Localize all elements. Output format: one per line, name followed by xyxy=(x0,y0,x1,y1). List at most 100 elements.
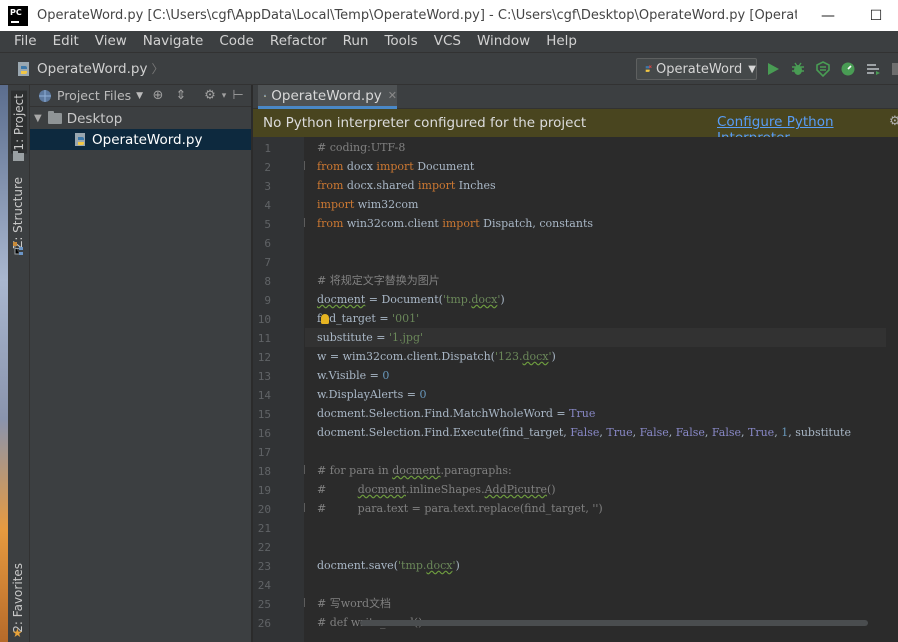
line-number: 17 xyxy=(257,446,271,459)
menu-navigate[interactable]: Navigate xyxy=(135,31,212,52)
code-line: docment.save('tmp.docx') xyxy=(317,556,460,575)
code-line: docment.Selection.Find.MatchWholeWord = … xyxy=(317,404,595,423)
code-string: '1.jpg' xyxy=(389,331,424,344)
code-line: import wim32com xyxy=(317,195,418,214)
stop-icon[interactable] xyxy=(890,61,898,77)
tool-window-favorites[interactable]: 2: Favorites xyxy=(11,563,25,633)
run-with-coverage-icon[interactable] xyxy=(815,61,831,77)
code-text: d_target = xyxy=(329,312,393,325)
project-tool-icon xyxy=(13,151,24,161)
menu-file[interactable]: File xyxy=(6,31,45,52)
line-number: 23 xyxy=(257,560,271,573)
profile-icon[interactable] xyxy=(840,61,856,77)
menu-code[interactable]: Code xyxy=(211,31,262,52)
code-keyword: from xyxy=(317,179,344,192)
code-line: # para.text = para.text.replace(find_tar… xyxy=(317,499,603,518)
code-text: docx xyxy=(343,160,377,173)
concurrency-diagram-icon[interactable] xyxy=(865,61,881,77)
code-keyword: import xyxy=(418,179,456,192)
code-keyword: import xyxy=(317,198,355,211)
menu-edit[interactable]: Edit xyxy=(45,31,87,52)
navigation-bar: OperateWord.py 〉 OperateWord ▼ xyxy=(0,52,898,85)
expand-arrow-icon[interactable]: ▼ xyxy=(34,113,42,124)
settings-gear-icon[interactable]: ⚙ xyxy=(889,114,898,129)
tree-item-operateword-py[interactable]: OperateWord.py xyxy=(30,129,251,150)
code-keyword: import xyxy=(376,160,414,173)
line-number: 4 xyxy=(264,199,271,212)
line-number: 11 xyxy=(257,332,271,345)
menu-refactor[interactable]: Refactor xyxy=(262,31,335,52)
code-builtin: True xyxy=(569,407,596,420)
warning-message: No Python interpreter configured for the… xyxy=(263,115,587,131)
editor-tab-operateword[interactable]: OperateWord.py ✕ xyxy=(258,85,397,109)
tool-window-favorites-label: 2: Favorites xyxy=(11,563,25,633)
code-line: # 将规定文字替换为图片 xyxy=(317,271,440,290)
code-text: ) xyxy=(551,350,556,363)
structure-tool-icon xyxy=(13,242,23,255)
line-number: 22 xyxy=(257,541,271,554)
code-line: from docx.shared import Inches xyxy=(317,176,496,195)
code-keyword: import xyxy=(442,217,480,230)
tool-window-structure[interactable]: Z: Structure xyxy=(11,177,25,249)
code-line: from win32com.client import Dispatch, co… xyxy=(317,214,593,233)
window-title: OperateWord.py [C:\Users\cgf\AppData\Loc… xyxy=(37,8,797,23)
code-text: = Document( xyxy=(365,293,443,306)
code-text: , xyxy=(668,426,676,439)
line-number: 9 xyxy=(264,294,271,307)
code-number: 0 xyxy=(382,369,390,382)
breadcrumb-file[interactable]: OperateWord.py xyxy=(37,61,147,77)
collapse-all-icon[interactable]: ⇕ xyxy=(173,88,189,104)
code-text: Document xyxy=(413,160,475,173)
tree-item-label: Desktop xyxy=(66,110,123,127)
menu-vcs[interactable]: VCS xyxy=(426,31,469,52)
code-text: w = wim32com.client.Dispatch( xyxy=(317,350,495,363)
code-number: 0 xyxy=(419,388,427,401)
horizontal-scrollbar[interactable] xyxy=(360,620,868,626)
code-builtin: False xyxy=(570,426,600,439)
code-text: Dispatch, constants xyxy=(479,217,594,230)
project-view-selector[interactable]: Project Files xyxy=(57,88,131,103)
code-line-current: substitute = '1.jpg' xyxy=(305,328,886,347)
code-text: , xyxy=(632,426,640,439)
code-comment: # for para in xyxy=(317,464,393,477)
code-line: docment = Document('tmp.docx') xyxy=(317,290,505,309)
tree-item-label: OperateWord.py xyxy=(92,131,203,148)
project-tool-window: Project Files ▼ ⊕ ⇕ ⚙ ▾ ⊢ ▼ Desktop Oper… xyxy=(30,85,252,642)
run-icon[interactable] xyxy=(765,61,781,77)
chevron-down-icon[interactable]: ▼ xyxy=(136,91,143,101)
line-number: 5 xyxy=(264,218,271,231)
tree-item-desktop[interactable]: ▼ Desktop xyxy=(30,108,251,129)
maximize-button[interactable]: ☐ xyxy=(856,0,896,31)
code-comment: () xyxy=(546,483,556,496)
menu-view[interactable]: View xyxy=(87,31,135,52)
code-text: substitute = xyxy=(317,331,389,344)
line-number: 15 xyxy=(257,408,271,421)
title-bar: PC OperateWord.py [C:\Users\cgf\AppData\… xyxy=(0,0,898,31)
line-number: 21 xyxy=(257,522,271,535)
code-string: docx xyxy=(426,559,453,572)
code-text: w.Visible = xyxy=(317,369,383,382)
code-comment: # para.text = para.text.replace(find_tar… xyxy=(317,502,603,515)
code-text: w.DisplayAlerts = xyxy=(317,388,420,401)
intention-lightbulb-icon[interactable] xyxy=(321,314,330,324)
run-configuration-select[interactable]: OperateWord ▼ xyxy=(636,58,757,80)
code-string: docx xyxy=(471,293,498,306)
menu-tools[interactable]: Tools xyxy=(376,31,425,52)
code-editor[interactable]: # coding:UTF-8 from docx import Document… xyxy=(305,137,898,642)
locate-file-icon[interactable]: ⊕ xyxy=(150,88,166,104)
line-number: 18 xyxy=(257,465,271,478)
menu-window[interactable]: Window xyxy=(469,31,538,52)
code-builtin: True xyxy=(606,426,633,439)
minimize-button[interactable]: — xyxy=(808,0,848,31)
debug-icon[interactable] xyxy=(790,61,806,77)
hide-panel-icon[interactable]: ⊢ xyxy=(230,88,246,104)
code-string: '001' xyxy=(392,312,420,325)
python-run-config-icon xyxy=(645,65,652,72)
menu-run[interactable]: Run xyxy=(335,31,377,52)
code-text: , xyxy=(741,426,748,439)
code-text: ) xyxy=(500,293,505,306)
close-tab-icon[interactable]: ✕ xyxy=(388,89,397,102)
code-comment: # 写word文档 xyxy=(317,597,392,610)
menu-help[interactable]: Help xyxy=(538,31,585,52)
tool-window-project[interactable]: 1: Project xyxy=(11,91,27,154)
